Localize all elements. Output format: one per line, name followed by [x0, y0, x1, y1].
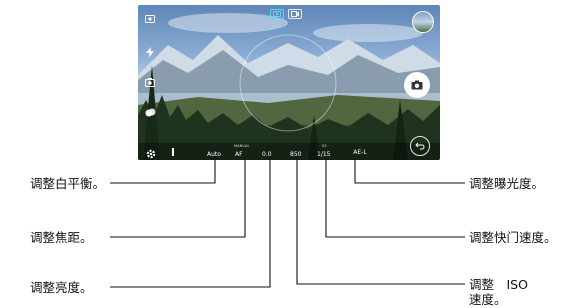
callout-lines [110, 156, 465, 288]
leader-focus [110, 156, 246, 238]
callout-exposure: 调整曝光度。 [469, 176, 545, 191]
callout-shutter-speed: 调整快门速度。 [469, 230, 557, 245]
callout-white-balance: 调整白平衡。 [30, 176, 106, 191]
leader-exposure [354, 156, 465, 184]
leader-brightness [110, 156, 271, 288]
callout-iso-line1: 调整 ISO [469, 277, 528, 292]
callout-focus: 调整焦距。 [30, 230, 93, 245]
leader-shutter [325, 156, 465, 238]
leader-white-balance [110, 156, 216, 184]
callout-iso-line2: 速度。 [469, 292, 507, 307]
callout-brightness: 调整亮度。 [30, 280, 93, 295]
leader-iso [296, 156, 465, 285]
